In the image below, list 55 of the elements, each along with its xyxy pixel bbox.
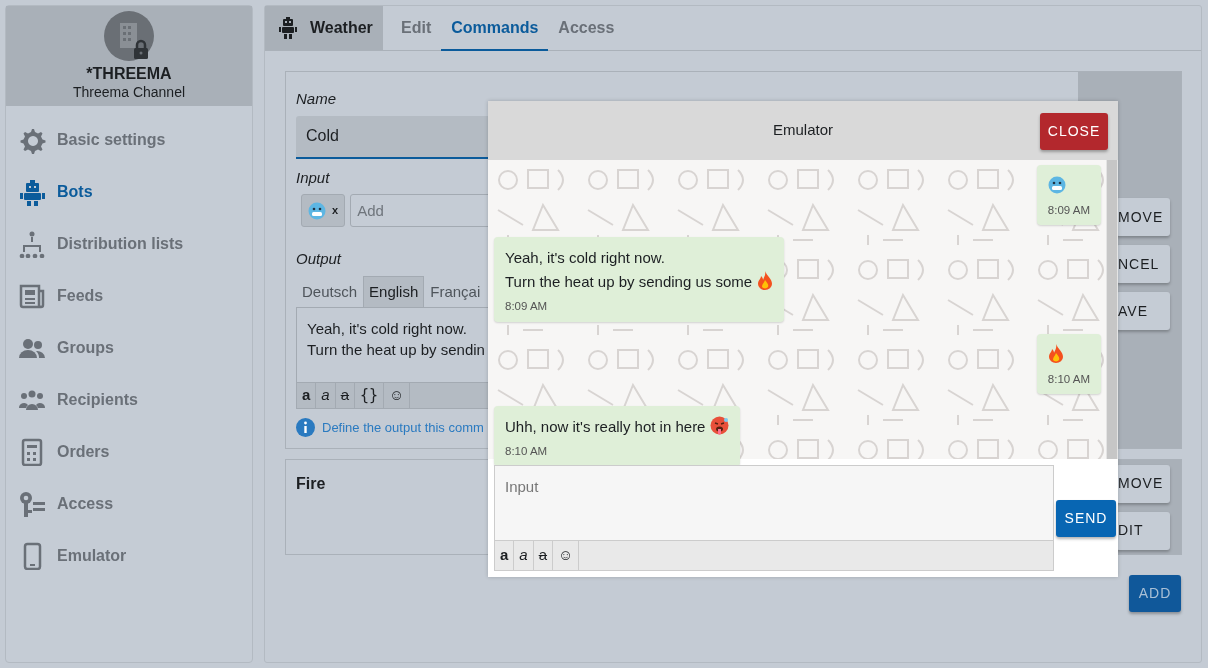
robot-icon — [18, 178, 46, 206]
channel-type: Threema Channel — [72, 83, 186, 101]
language-tab[interactable]: Françai — [424, 275, 487, 307]
robot-icon — [279, 17, 297, 39]
newspaper-icon — [18, 282, 46, 310]
sidebar-item[interactable]: Bots — [6, 166, 252, 218]
tab[interactable]: Commands — [441, 6, 549, 51]
input-chip[interactable]: x — [301, 194, 346, 227]
field-label: Input — [296, 167, 330, 188]
command-button[interactable]: MOVE — [1116, 464, 1170, 503]
format-button[interactable]: ☺ — [553, 541, 580, 570]
format-button[interactable]: a — [514, 541, 534, 570]
remove-chip-button[interactable]: x — [332, 202, 339, 219]
output-text: Yeah, it's cold right now. Turn the heat up by sendin — [306, 319, 486, 360]
command-button[interactable]: MOVE — [1116, 198, 1170, 236]
message-time: 8:10 AM — [1047, 371, 1090, 387]
info-icon — [296, 418, 315, 438]
format-button[interactable]: ☺ — [384, 383, 411, 408]
message-time: 8:10 AM — [505, 443, 549, 459]
fire-icon — [757, 271, 774, 291]
key-icon — [18, 490, 46, 518]
message-composer[interactable]: Input a a a ☺ — [494, 465, 1054, 571]
format-button[interactable]: {} — [355, 383, 385, 408]
command-button[interactable]: AVE — [1116, 292, 1170, 330]
message-text: Uhh, now it's really hot in here — [505, 417, 706, 435]
bot-name: Weather — [310, 18, 373, 38]
freezing-face-icon — [308, 201, 326, 220]
hint-text: Define the output this comm — [322, 419, 484, 437]
dialog-title: Emulator — [773, 120, 833, 141]
gear-icon — [18, 126, 46, 154]
format-button[interactable]: a — [297, 383, 317, 408]
field-label: Name — [296, 89, 336, 109]
message-time: 8:09 AM — [505, 299, 549, 315]
tree-icon — [18, 230, 46, 258]
command-button[interactable]: DIT — [1116, 511, 1170, 550]
close-button[interactable]: CLOSE — [1040, 113, 1108, 150]
format-button[interactable]: a — [495, 541, 515, 570]
send-button[interactable]: SEND — [1056, 499, 1116, 537]
hot-face-icon — [710, 415, 730, 435]
scrollbar[interactable] — [1106, 160, 1118, 459]
channel-name: *THREEMA — [86, 64, 172, 83]
language-tab[interactable]: Deutsch — [296, 275, 364, 307]
channel-avatar-icon — [104, 11, 154, 61]
message-text: Yeah, it's cold right now. Turn the heat up by sending us some — [505, 249, 753, 291]
fire-icon — [1047, 343, 1064, 363]
format-button[interactable]: a — [533, 541, 554, 570]
language-tab[interactable]: English — [363, 275, 425, 307]
freezing-face-icon — [1047, 176, 1066, 194]
message-time: 8:09 AM — [1047, 203, 1090, 218]
format-button[interactable]: a — [316, 383, 336, 408]
field-label: Output — [296, 249, 342, 269]
command-button[interactable]: NCEL — [1116, 245, 1170, 283]
command-name: Fire — [296, 473, 326, 494]
format-button[interactable]: a — [335, 383, 356, 408]
add-button[interactable]: ADD — [1129, 574, 1181, 612]
